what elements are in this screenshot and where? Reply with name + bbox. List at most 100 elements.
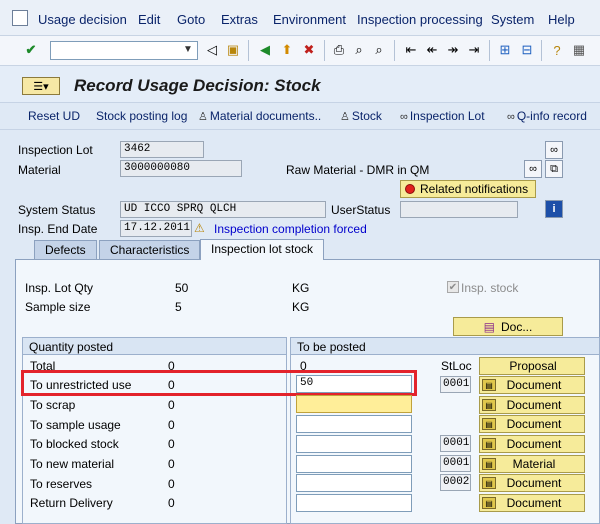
menu-environment[interactable]: Environment [273,12,346,27]
proposal-button[interactable]: Proposal [479,357,585,375]
unrestricted-use-document-button[interactable]: ▤ Document [479,376,585,394]
scrap-document-button[interactable]: ▤ Document [479,396,585,414]
material-label: Material [512,457,556,471]
last-page-icon[interactable]: ⇥ [465,41,483,59]
material-label: Material [18,163,61,177]
document-icon: ▤ [482,438,496,450]
tab-inspection-lot-stock[interactable]: Inspection lot stock [200,239,325,260]
print-icon[interactable]: ⎙ [330,41,348,59]
system-status-field: UD ICCO SPRQ QLCH [120,201,326,218]
inspection-lot-label: Inspection Lot [18,143,93,157]
qinfo-record-label: Q-info record [516,109,587,123]
help-icon[interactable]: ? [548,41,566,59]
prev-page-icon[interactable]: ↞ [423,41,441,59]
insp-stock-checkbox[interactable]: ✔ [447,281,459,293]
sample-usage-document-button[interactable]: ▤ Document [479,415,585,433]
material-field: 3000000080 [120,160,242,177]
tab-characteristics[interactable]: Characteristics [99,240,201,259]
sap-menu-icon[interactable] [12,10,28,26]
scrap-label: To scrap [30,398,76,412]
menu-edit[interactable]: Edit [138,12,160,27]
menu-usage-decision[interactable]: Usage decision [38,12,127,27]
qinfo-record-button[interactable]: ∞ Q-info record [507,109,587,123]
new-material-button[interactable]: ▤ Material [479,455,585,473]
shortcut-icon[interactable]: ⊟ [518,41,536,59]
stock-posting-log-button[interactable]: Stock posting log [96,109,187,123]
return-delivery-document-button[interactable]: ▤ Document [479,494,585,512]
document-icon: ▤ [482,477,496,489]
document-label: Document [506,437,562,451]
document-label: Document [506,476,562,490]
document-label: Document [506,496,562,510]
highlight-box [21,370,417,396]
menu-inspection-processing[interactable]: Inspection processing [357,12,483,27]
reserves-stloc: 0002 [440,474,471,491]
menu-system[interactable]: System [491,12,534,27]
page-title: Record Usage Decision: Stock [74,76,321,95]
menu-extras[interactable]: Extras [221,12,258,27]
first-page-icon[interactable]: ⇤ [402,41,420,59]
document-label: Document [506,398,562,412]
back-icon[interactable]: ◁ [203,41,221,59]
copy-icon[interactable]: ⧉ [545,160,563,178]
person-icon: ♙ [340,111,350,123]
sample-size-label: Sample size [25,300,91,314]
doc-button[interactable]: ▤ Doc... [453,317,563,336]
insp-stock-label: Insp. stock [461,281,519,295]
stock-button[interactable]: ♙ Stock [340,109,382,123]
scrap-input[interactable] [296,395,412,413]
material-documents-button[interactable]: ♙ Material documents.. [198,109,321,123]
reserves-input[interactable] [296,474,412,492]
glasses-icon: ∞ [400,111,408,123]
inspection-lot-field: 3462 [120,141,204,158]
layout-icon[interactable]: ▦ [570,41,588,59]
stloc-header: StLoc [441,359,472,373]
reset-ud-button[interactable]: Reset UD [28,109,80,123]
sample-usage-posted: 0 [168,418,175,432]
blocked-stock-document-button[interactable]: ▤ Document [479,435,585,453]
command-dropdown-icon[interactable]: ▼ [183,44,193,55]
reserves-document-button[interactable]: ▤ Document [479,474,585,492]
document-icon: ▤ [482,497,496,509]
document-icon: ▤ [483,319,495,334]
find-next-icon[interactable]: ⌕ [370,41,388,59]
back-green-icon[interactable]: ◀ [256,41,274,59]
scrap-posted: 0 [168,398,175,412]
menu-help[interactable]: Help [548,12,575,27]
document-icon: ▤ [482,418,496,430]
related-notifications-button[interactable]: Related notifications [400,180,536,198]
tab-defects[interactable]: Defects [34,240,97,259]
menu-goto[interactable]: Goto [177,12,205,27]
material-description: Raw Material - DMR in QM [286,163,430,177]
enter-icon[interactable]: ✔ [22,41,40,59]
new-session-icon[interactable]: ⊞ [496,41,514,59]
reserves-label: To reserves [30,477,93,491]
inspection-lot-button[interactable]: ∞ Inspection Lot [400,109,485,123]
material-documents-label: Material documents.. [209,109,322,123]
document-icon: ▤ [482,458,496,470]
toolbar-separator [541,40,542,61]
new-material-input[interactable] [296,455,412,473]
save-icon[interactable]: ▣ [224,41,242,59]
command-field[interactable] [50,41,198,60]
checklist-icon[interactable]: ☰▾ [22,77,60,95]
return-delivery-input[interactable] [296,494,412,512]
toolbar-separator [248,40,249,61]
new-material-posted: 0 [168,457,175,471]
proposal-label: Proposal [509,359,557,373]
material-display-icon[interactable]: ∞ [524,160,542,178]
return-delivery-label: Return Delivery [30,496,113,510]
blocked-stock-input[interactable] [296,435,412,453]
find-icon[interactable]: ⌕ [350,41,368,59]
blocked-stock-posted: 0 [168,437,175,451]
sample-size-unit: KG [292,300,310,314]
sample-usage-input[interactable] [296,415,412,433]
info-icon[interactable]: i [545,200,563,218]
document-icon: ▤ [482,399,496,411]
sample-usage-label: To sample usage [30,418,121,432]
inspection-lot-display-icon[interactable]: ∞ [545,141,563,159]
exit-icon[interactable]: ⬆ [278,41,296,59]
cancel-icon[interactable]: ✖ [300,41,318,59]
next-page-icon[interactable]: ↠ [444,41,462,59]
insp-lot-qty-label: Insp. Lot Qty [25,281,94,295]
